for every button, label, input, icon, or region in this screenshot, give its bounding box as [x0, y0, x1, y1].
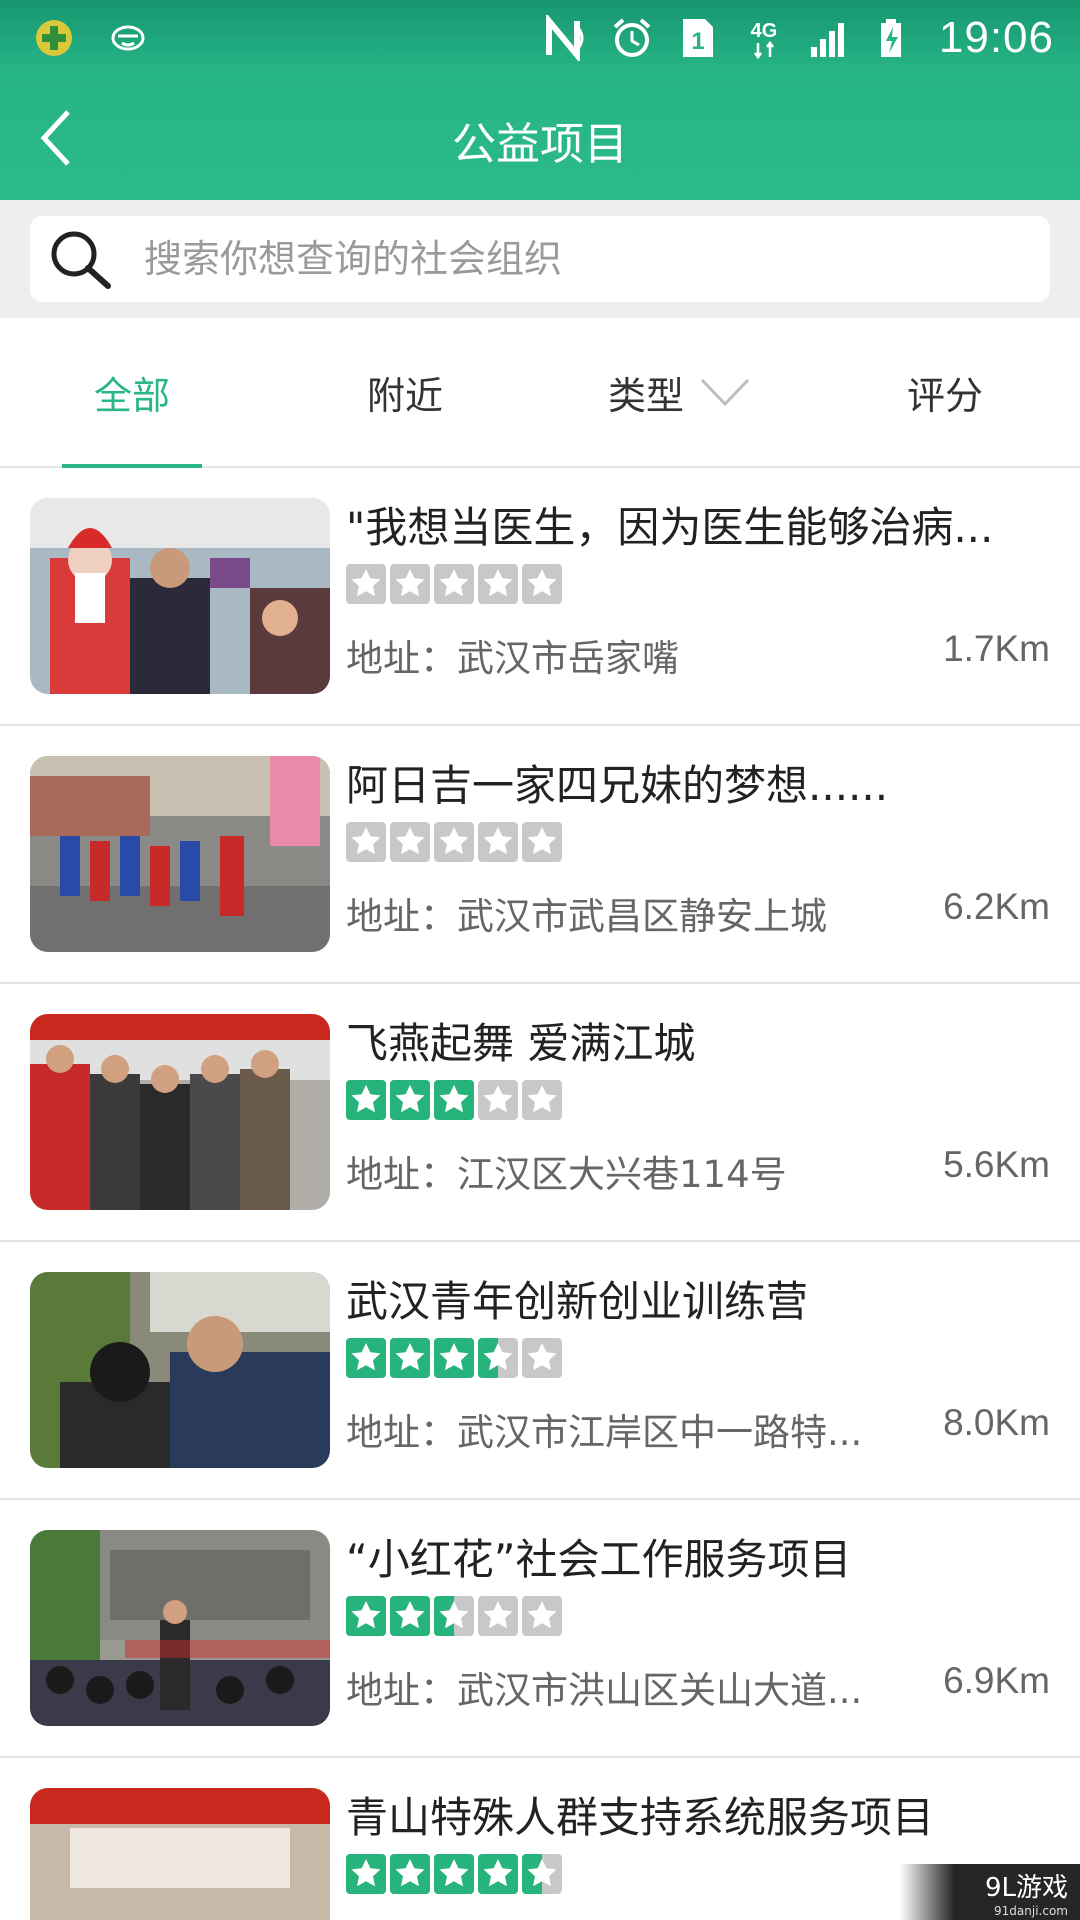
item-address: 地址：武汉市洪山区关山大道... — [346, 1669, 863, 1712]
star-icon — [434, 1338, 474, 1378]
tab-type-label: 类型 — [607, 373, 684, 418]
star-icon — [522, 1080, 562, 1120]
search-input[interactable] — [144, 216, 1024, 302]
star-icon — [522, 822, 562, 862]
nfc-icon — [545, 15, 584, 61]
star-icon — [522, 1596, 562, 1636]
rating-stars — [346, 822, 562, 862]
tab-rating-label: 评分 — [906, 373, 983, 418]
star-icon — [346, 1854, 386, 1894]
status-bar: 1 4G 19:06 — [0, 0, 1080, 78]
star-icon — [390, 1080, 430, 1120]
title-bar: 公益项目 — [0, 78, 1080, 200]
watermark-brand: 9L游戏 — [984, 1872, 1068, 1903]
item-title: 青山特殊人群支持系统服务项目 — [346, 1793, 935, 1842]
item-address: 地址：武汉市武昌区静安上城 — [346, 895, 827, 938]
tab-rating[interactable]: 评分 — [865, 318, 1025, 466]
page-title: 公益项目 — [452, 119, 628, 170]
signal-icon — [810, 23, 844, 57]
status-icons: 1 4G 19:06 — [543, 8, 1054, 68]
chevron-down-icon — [700, 378, 750, 407]
item-address: 地址：武汉市岳家嘴 — [346, 637, 679, 680]
sim-icon: 1 — [682, 19, 713, 57]
svg-text:4G: 4G — [751, 20, 778, 42]
item-title: "我想当医生，因为医生能够治病... — [346, 503, 994, 552]
list-item[interactable]: 武汉青年创新创业训练营 地址：武汉市江岸区中一路特... 8.0Km — [0, 1242, 1080, 1500]
star-icon — [434, 564, 474, 604]
item-distance: 6.2Km — [943, 886, 1050, 927]
list-item[interactable]: 阿日吉一家四兄妹的梦想...... 地址：武汉市武昌区静安上城 6.2Km — [0, 726, 1080, 984]
mask-notification-icon — [111, 25, 145, 51]
star-icon — [346, 822, 386, 862]
item-title: 武汉青年创新创业训练营 — [346, 1277, 809, 1326]
star-icon — [346, 1080, 386, 1120]
status-time: 19:06 — [938, 13, 1054, 62]
svg-text:1: 1 — [691, 28, 704, 55]
tab-all[interactable]: 全部 — [52, 318, 212, 466]
star-icon — [390, 564, 430, 604]
project-thumbnail — [30, 756, 330, 952]
rating-stars — [346, 1080, 562, 1120]
star-icon — [434, 1080, 474, 1120]
screen: 1 4G 19:06 公益项目 搜索你想查询的社会组织 全部 附近 类型 评分 … — [0, 0, 1080, 1920]
star-icon — [478, 564, 518, 604]
project-thumbnail — [30, 1272, 330, 1468]
search-icon — [51, 231, 111, 289]
alarm-icon — [613, 18, 651, 57]
star-icon — [478, 1596, 518, 1636]
rating-stars — [346, 1338, 562, 1378]
star-icon — [390, 822, 430, 862]
rating-stars — [346, 564, 562, 604]
project-list: "我想当医生，因为医生能够治病... 地址：武汉市岳家嘴 1.7Km 阿日吉一家… — [0, 468, 1080, 1920]
rating-stars — [346, 1854, 562, 1894]
rating-stars — [346, 1596, 562, 1636]
star-icon — [522, 1854, 562, 1894]
star-icon — [346, 564, 386, 604]
star-icon — [434, 1854, 474, 1894]
star-icon — [346, 1338, 386, 1378]
item-title: “小红花”社会工作服务项目 — [346, 1535, 852, 1584]
item-distance: 6.9Km — [943, 1660, 1050, 1701]
star-icon — [478, 822, 518, 862]
app-header: 1 4G 19:06 公益项目 — [0, 0, 1080, 200]
item-address: 地址：江汉区大兴巷114号 — [346, 1153, 787, 1196]
battery-charging-icon — [880, 19, 901, 57]
list-item[interactable]: 飞燕起舞 爱满江城 地址：江汉区大兴巷114号 5.6Km — [0, 984, 1080, 1242]
project-thumbnail — [30, 1014, 330, 1210]
search-area — [0, 200, 1080, 318]
item-distance: 5.6Km — [943, 1144, 1050, 1185]
star-icon — [390, 1338, 430, 1378]
star-icon — [434, 822, 474, 862]
filter-tabs: 全部 附近 类型 评分 — [0, 318, 1080, 468]
project-thumbnail — [30, 498, 330, 694]
item-title: 飞燕起舞 爱满江城 — [346, 1019, 696, 1068]
star-icon — [522, 1338, 562, 1378]
project-thumbnail — [30, 1788, 330, 1920]
star-icon — [522, 564, 562, 604]
list-item[interactable]: “小红花”社会工作服务项目 地址：武汉市洪山区关山大道... 6.9Km — [0, 1500, 1080, 1758]
star-icon — [478, 1080, 518, 1120]
star-icon — [434, 1596, 474, 1636]
star-icon — [478, 1854, 518, 1894]
item-address: 地址：武汉市江岸区中一路特... — [346, 1411, 863, 1454]
tab-nearby-label: 附近 — [366, 373, 443, 418]
list-item[interactable]: "我想当医生，因为医生能够治病... 地址：武汉市岳家嘴 1.7Km — [0, 468, 1080, 726]
item-distance: 8.0Km — [943, 1402, 1050, 1443]
project-thumbnail — [30, 1530, 330, 1726]
tab-nearby[interactable]: 附近 — [325, 318, 485, 466]
tab-all-label: 全部 — [93, 373, 170, 418]
star-icon — [346, 1596, 386, 1636]
star-icon — [390, 1854, 430, 1894]
star-icon — [478, 1338, 518, 1378]
network-4g-icon: 4G — [751, 20, 778, 60]
item-distance: 1.7Km — [943, 628, 1050, 669]
search-box[interactable] — [30, 216, 1050, 302]
watermark: 9L游戏 91danji.com — [900, 1864, 1080, 1920]
watermark-site: 91danji.com — [994, 1903, 1068, 1918]
star-icon — [390, 1596, 430, 1636]
tab-type[interactable]: 类型 — [570, 318, 790, 466]
app-notification-icon — [36, 20, 72, 56]
item-title: 阿日吉一家四兄妹的梦想...... — [346, 761, 889, 810]
